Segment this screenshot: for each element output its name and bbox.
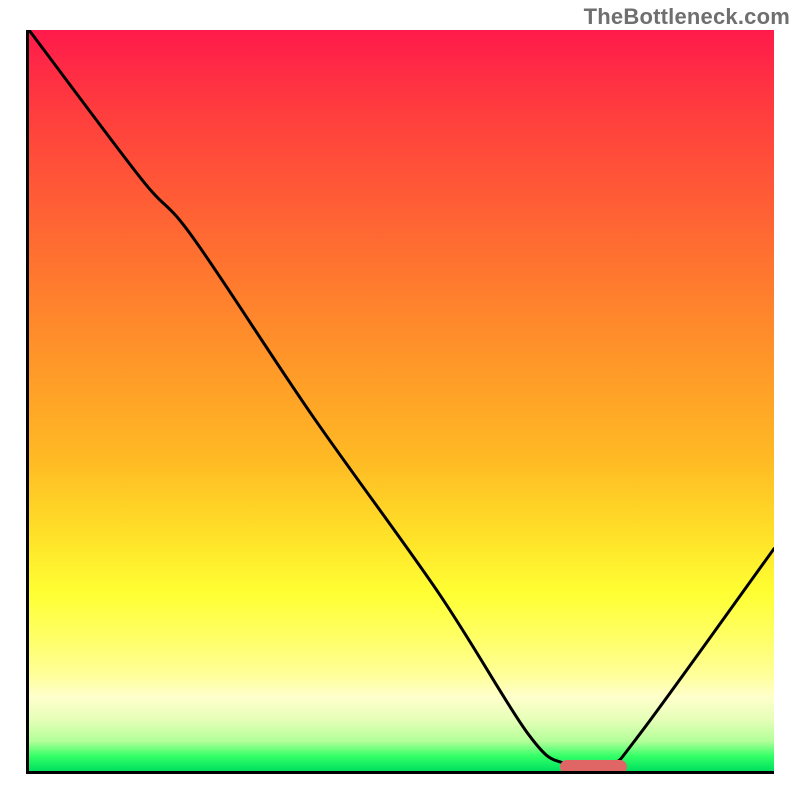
bottleneck-curve-path [29, 30, 774, 767]
optimal-range-marker [560, 760, 627, 774]
watermark-text: TheBottleneck.com [584, 4, 790, 30]
plot-area [26, 30, 774, 774]
curve-svg [29, 30, 774, 771]
